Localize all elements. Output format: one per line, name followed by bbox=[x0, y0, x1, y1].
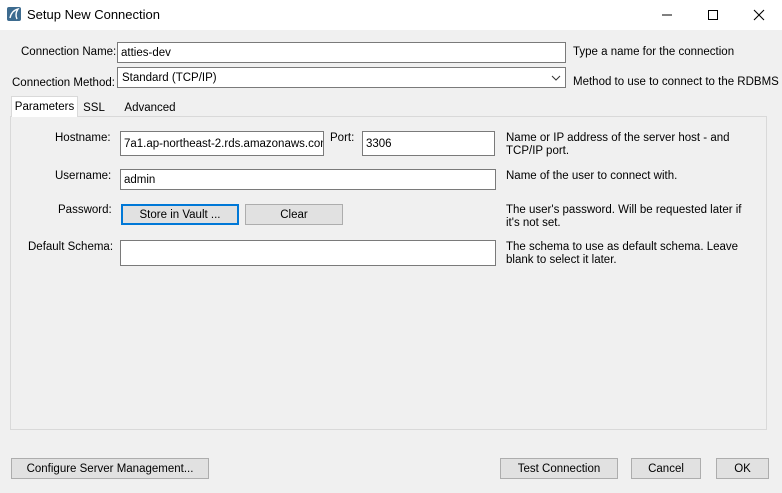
hostname-label: Hostname: bbox=[55, 132, 111, 144]
hostname-help: Name or IP address of the server host - … bbox=[506, 132, 730, 157]
close-button[interactable] bbox=[736, 0, 782, 30]
ok-button[interactable]: OK bbox=[716, 458, 769, 479]
workbench-app-icon bbox=[7, 7, 21, 21]
window-title: Setup New Connection bbox=[27, 7, 160, 22]
password-label: Password: bbox=[58, 204, 112, 216]
test-connection-button[interactable]: Test Connection bbox=[500, 458, 618, 479]
connection-name-help: Type a name for the connection bbox=[573, 46, 735, 58]
connection-method-select[interactable]: Standard (TCP/IP) bbox=[117, 67, 566, 88]
maximize-icon bbox=[708, 10, 718, 20]
connection-method-label: Connection Method: bbox=[12, 77, 115, 89]
minimize-button[interactable] bbox=[644, 0, 690, 30]
store-in-vault-button[interactable]: Store in Vault ... bbox=[121, 204, 239, 225]
parameters-panel bbox=[10, 116, 767, 430]
tab-advanced[interactable]: Advanced bbox=[120, 98, 180, 117]
default-schema-input[interactable] bbox=[120, 240, 496, 266]
connection-method-value: Standard (TCP/IP) bbox=[122, 71, 217, 84]
tab-ssl[interactable]: SSL bbox=[78, 98, 110, 117]
configure-server-management-button[interactable]: Configure Server Management... bbox=[11, 458, 209, 479]
default-schema-label: Default Schema: bbox=[28, 241, 114, 253]
connection-method-help: Method to use to connect to the RDBMS bbox=[573, 76, 779, 88]
password-help: The user's password. Will be requested l… bbox=[506, 204, 742, 229]
minimize-icon bbox=[662, 14, 672, 16]
clear-password-button[interactable]: Clear bbox=[245, 204, 343, 225]
close-icon bbox=[753, 9, 765, 21]
default-schema-help: The schema to use as default schema. Lea… bbox=[506, 241, 739, 266]
username-input[interactable]: admin bbox=[120, 169, 496, 190]
port-label: Port: bbox=[330, 132, 355, 144]
connection-name-input[interactable]: atties-dev bbox=[117, 42, 566, 63]
hostname-input[interactable]: 7a1.ap-northeast-2.rds.amazonaws.com bbox=[120, 131, 324, 156]
tab-parameters[interactable]: Parameters bbox=[11, 96, 78, 117]
port-input[interactable]: 3306 bbox=[362, 131, 495, 156]
cancel-button[interactable]: Cancel bbox=[631, 458, 701, 479]
connection-name-label: Connection Name: bbox=[21, 46, 117, 58]
chevron-down-icon bbox=[551, 75, 561, 81]
username-help: Name of the user to connect with. bbox=[506, 170, 678, 182]
username-label: Username: bbox=[55, 170, 112, 182]
maximize-button[interactable] bbox=[690, 0, 736, 30]
